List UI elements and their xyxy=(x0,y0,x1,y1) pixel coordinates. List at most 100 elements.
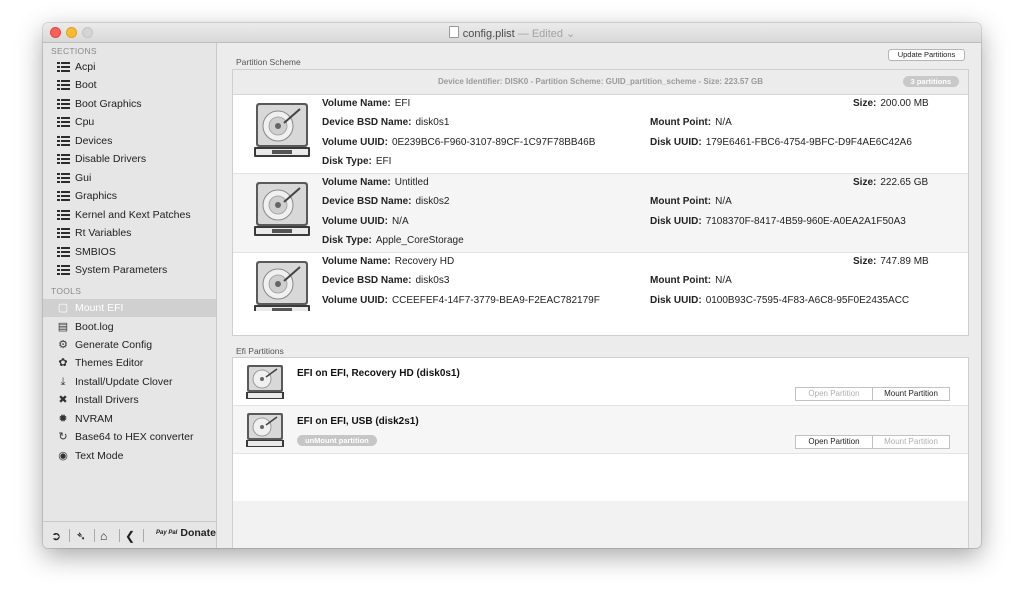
edited-indicator: — Edited ⌄ xyxy=(514,28,576,40)
sidebar-item-label: Kernel and Kext Patches xyxy=(75,209,191,221)
disk-uuid: Disk UUID: 179E6461-FBC6-4754-9BFC-D9F4AE… xyxy=(650,137,912,148)
sidebar-item-label: Graphics xyxy=(75,190,118,202)
sidebar-item-install-drivers[interactable]: ✖ Install Drivers xyxy=(43,391,216,409)
app-window: config.plist — Edited ⌄ SECTIONS Acpi Bo… xyxy=(43,23,981,548)
list-icon xyxy=(57,247,70,258)
log-icon: ▤ xyxy=(57,321,69,333)
sidebar-item-base64-to-hex[interactable]: ↻ Base64 to HEX converter xyxy=(43,428,216,446)
list-icon xyxy=(57,80,70,91)
chip-icon: ✹ xyxy=(58,413,68,425)
disk-type: Disk Type: EFI xyxy=(322,156,392,167)
palette-icon: ✿ xyxy=(58,357,68,369)
hard-drive-icon xyxy=(246,365,284,399)
device-bsd-name: Device BSD Name: disk0s3 xyxy=(322,275,450,286)
list-icon xyxy=(57,136,70,147)
update-partitions-button[interactable]: Update Partitions xyxy=(888,49,965,61)
sidebar-item-boot-log[interactable]: ▤ Boot.log xyxy=(43,318,216,336)
device-bsd-name: Device BSD Name: disk0s2 xyxy=(322,196,450,207)
document-icon xyxy=(448,26,459,38)
sidebar-item-boot[interactable]: Boot xyxy=(43,76,216,94)
sidebar-item-text-mode[interactable]: ◉ Text Mode xyxy=(43,447,216,465)
window-title-text: config.plist xyxy=(462,28,515,40)
window-title[interactable]: config.plist — Edited ⌄ xyxy=(43,26,981,40)
mount-partition-button[interactable]: Mount Partition xyxy=(872,435,950,449)
volume-name: Volume Name: Recovery HD xyxy=(322,256,455,267)
mount-point: Mount Point: N/A xyxy=(650,275,732,286)
download-icon: ⤓ xyxy=(60,376,66,388)
sidebar-item-label: NVRAM xyxy=(75,413,113,425)
volume-size: Size: 222.65 GB xyxy=(853,177,929,188)
device-identifier-text: Device Identifier: DISK0 - Partition Sch… xyxy=(438,77,763,86)
sidebar-item-label: Base64 to HEX converter xyxy=(75,431,194,443)
sidebar-item-cpu[interactable]: Cpu xyxy=(43,113,216,131)
device-bsd-name: Device BSD Name: disk0s1 xyxy=(322,117,450,128)
sidebar-item-boot-graphics[interactable]: Boot Graphics xyxy=(43,95,216,113)
title-bar: config.plist — Edited ⌄ xyxy=(43,23,981,43)
sidebar-bottom-bar: ➲ ➴ ⌂ ❮ Pay Pal Donate xyxy=(43,521,216,548)
sidebar-item-label: Devices xyxy=(75,135,113,147)
sidebar-item-install-update-clover[interactable]: ⤓ Install/Update Clover xyxy=(43,373,216,391)
share-icon[interactable]: ❮ xyxy=(125,529,135,543)
efi-partition-title: EFI on EFI, USB (disk2s1) xyxy=(297,416,419,427)
sidebar-item-label: Themes Editor xyxy=(75,357,144,369)
sidebar-item-system-parameters[interactable]: System Parameters xyxy=(43,261,216,279)
volume-row[interactable]: Volume Name: Recovery HD Device BSD Name:… xyxy=(233,253,968,311)
sidebar-item-rt-variables[interactable]: Rt Variables xyxy=(43,224,216,242)
sidebar-item-label: Acpi xyxy=(75,61,96,73)
volume-row[interactable]: Volume Name: EFI Device BSD Name: disk0s1 … xyxy=(233,95,968,174)
hard-drive-icon xyxy=(254,182,310,236)
sidebar-item-disable-drivers[interactable]: Disable Drivers xyxy=(43,150,216,168)
open-partition-button[interactable]: Open Partition xyxy=(795,387,873,401)
volume-name: Volume Name: Untitled xyxy=(322,177,429,188)
sidebar-item-label: Generate Config xyxy=(75,339,153,351)
sidebar-item-generate-config[interactable]: ⚙ Generate Config xyxy=(43,336,216,354)
list-icon xyxy=(57,99,70,110)
gears-icon: ⚙ xyxy=(58,339,68,351)
partition-scheme-label: Partition Scheme xyxy=(236,57,301,67)
tools-header: TOOLS xyxy=(51,286,82,296)
home-icon[interactable]: ⌂ xyxy=(100,529,107,543)
disk-type: Disk Type: Apple_CoreStorage xyxy=(322,235,464,246)
sidebar-item-label: Boot xyxy=(75,79,97,91)
list-icon xyxy=(57,265,70,276)
volume-name: Volume Name: EFI xyxy=(322,98,411,109)
donate-label: Donate xyxy=(180,527,216,539)
hard-drive-icon xyxy=(254,261,310,311)
volume-uuid: Volume UUID: N/A xyxy=(322,216,409,227)
device-info-header: Device Identifier: DISK0 - Partition Sch… xyxy=(233,70,968,95)
volume-uuid: Volume UUID: 0E239BC6-F960-3107-89CF-1C97… xyxy=(322,137,596,148)
unmount-partition-button[interactable]: unMount partition xyxy=(297,435,377,446)
eye-icon: ◉ xyxy=(58,450,68,462)
export-icon[interactable]: ➴ xyxy=(76,529,86,543)
import-icon[interactable]: ➲ xyxy=(51,529,61,543)
sections-header: SECTIONS xyxy=(51,46,97,56)
sidebar-item-gui[interactable]: Gui xyxy=(43,169,216,187)
sidebar-item-devices[interactable]: Devices xyxy=(43,132,216,150)
list-icon xyxy=(57,154,70,165)
sidebar-item-mount-efi[interactable]: ▢ Mount EFI xyxy=(43,299,216,317)
list-icon xyxy=(57,191,70,202)
donate-button[interactable]: Pay Pal Donate xyxy=(156,527,216,539)
sidebar-item-label: Rt Variables xyxy=(75,227,132,239)
sidebar-item-smbios[interactable]: SMBIOS xyxy=(43,243,216,261)
efi-partition-row[interactable]: EFI on EFI, USB (disk2s1) unMount partit… xyxy=(233,406,968,454)
sidebar-item-label: Text Mode xyxy=(75,450,124,462)
sidebar-item-label: Install Drivers xyxy=(75,394,139,406)
efi-partition-row[interactable]: EFI on EFI, Recovery HD (disk0s1) Open P… xyxy=(233,358,968,406)
sidebar-item-acpi[interactable]: Acpi xyxy=(43,58,216,76)
sidebar-item-graphics[interactable]: Graphics xyxy=(43,187,216,205)
volume-row[interactable]: Volume Name: Untitled Device BSD Name: dis… xyxy=(233,174,968,253)
sidebar: SECTIONS Acpi Boot Boot Graphics Cpu Dev… xyxy=(43,43,217,548)
efi-partition-title: EFI on EFI, Recovery HD (disk0s1) xyxy=(297,368,460,379)
open-partition-button[interactable]: Open Partition xyxy=(795,435,873,449)
sidebar-item-label: Gui xyxy=(75,172,92,184)
sidebar-item-label: Boot.log xyxy=(75,321,114,333)
sidebar-item-themes-editor[interactable]: ✿ Themes Editor xyxy=(43,354,216,372)
tools-icon: ✖ xyxy=(58,394,68,406)
sidebar-item-label: Boot Graphics xyxy=(75,98,142,110)
mount-partition-button[interactable]: Mount Partition xyxy=(872,387,950,401)
list-icon xyxy=(57,117,70,128)
sidebar-item-kernel-and-kext-patches[interactable]: Kernel and Kext Patches xyxy=(43,206,216,224)
sidebar-item-nvram[interactable]: ✹ NVRAM xyxy=(43,410,216,428)
volume-uuid: Volume UUID: CCEEFEF4-14F7-3779-BEA9-F2EA… xyxy=(322,295,600,306)
